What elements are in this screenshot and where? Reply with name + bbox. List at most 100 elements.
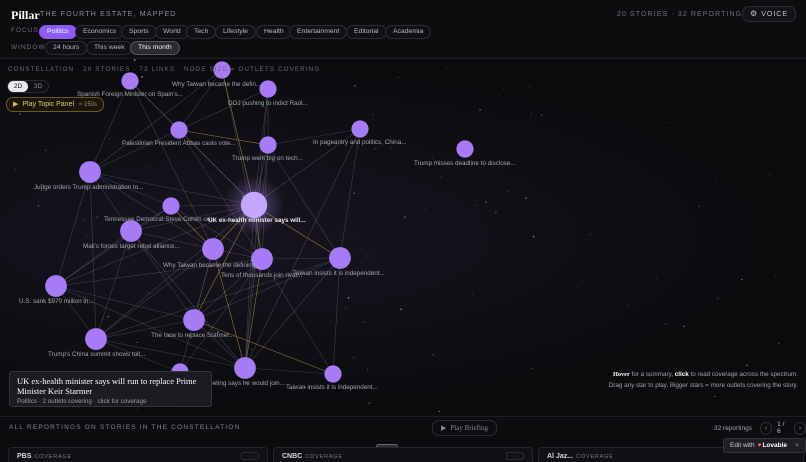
story-node[interactable] [202, 238, 224, 260]
background-star [714, 395, 716, 398]
story-node[interactable] [170, 121, 188, 139]
mode-2d-button[interactable]: 2D [8, 81, 28, 92]
focus-pill-academia[interactable]: Academia [385, 25, 432, 39]
background-star [397, 77, 399, 78]
background-star [525, 197, 527, 200]
story-label: UK ex-health minister says will... [208, 217, 306, 224]
background-star [589, 233, 591, 235]
play-icon: ▶ [13, 101, 19, 108]
edit-with-lovable-badge[interactable]: Edit with ♥Lovable × [723, 438, 806, 453]
reportings-bar: ALL REPORTINGS ON STORIES IN THE CONSTEL… [0, 416, 806, 439]
reportings-count: 32 reportings [714, 425, 752, 432]
constellation-graph[interactable]: Spanish Foreign Minister on Spain's...Wh… [0, 59, 806, 415]
story-node[interactable] [259, 136, 277, 154]
card-action-button[interactable] [506, 452, 524, 460]
story-node[interactable] [329, 247, 351, 269]
story-link [130, 230, 246, 369]
chevron-right-icon[interactable]: › [793, 421, 806, 435]
background-star [353, 356, 355, 359]
close-icon[interactable]: × [795, 442, 799, 449]
tagline: THE FOURTH ESTATE, MAPPED [40, 11, 177, 18]
story-label: U.S. sank $970 million in... [19, 298, 94, 305]
mode-3d-button[interactable]: 3D [28, 81, 48, 92]
background-star [507, 190, 509, 192]
story-node[interactable] [120, 220, 142, 242]
story-node[interactable] [351, 120, 369, 138]
background-star [384, 206, 386, 207]
chevron-left-icon[interactable]: ‹ [760, 421, 773, 435]
background-star [529, 85, 531, 87]
background-star [362, 366, 364, 368]
background-star [432, 157, 434, 159]
background-star [774, 275, 776, 277]
view-mode-toggle[interactable]: 2D 3D [7, 80, 49, 93]
background-star [251, 349, 253, 351]
story-link [261, 257, 341, 260]
outlet-card-pbs[interactable]: PBS COVERAGE [8, 447, 268, 462]
focus-pill-editorial[interactable]: Editorial [346, 25, 387, 39]
background-star [577, 286, 579, 287]
reportings-title: ALL REPORTINGS ON STORIES IN THE CONSTEL… [9, 424, 241, 431]
focus-pill-tech[interactable]: Tech [186, 25, 217, 39]
background-star [277, 283, 279, 284]
hint-text-a: for a summary, [629, 371, 675, 378]
background-star [438, 410, 440, 413]
story-link [89, 129, 180, 173]
story-node[interactable] [240, 191, 268, 219]
story-node[interactable] [324, 365, 342, 383]
background-star [531, 368, 533, 370]
story-node[interactable] [79, 161, 101, 183]
story-node[interactable] [85, 328, 107, 350]
background-star [717, 297, 719, 299]
background-star [149, 166, 151, 168]
heart-icon: ♥ [757, 442, 762, 449]
focus-pill-politics[interactable]: Politics [39, 25, 77, 39]
brand-logo[interactable]: Pillar [11, 8, 40, 23]
background-star [474, 204, 476, 206]
background-star [698, 205, 700, 207]
stats-readout: 20 STORIES · 32 REPORTINGS [616, 11, 748, 18]
story-node[interactable] [45, 275, 67, 297]
story-tooltip[interactable]: UK ex-health minister says will run to r… [9, 371, 212, 407]
story-link [178, 88, 269, 131]
story-node[interactable] [162, 197, 180, 215]
story-node[interactable] [121, 72, 139, 90]
background-star [356, 254, 358, 255]
background-star [347, 296, 350, 299]
background-star [18, 113, 21, 115]
window-pill-this-week[interactable]: This week [86, 41, 133, 55]
background-star [425, 394, 426, 396]
focus-pill-economics[interactable]: Economics [75, 25, 125, 39]
focus-pill-lifestyle[interactable]: Lifestyle [215, 25, 256, 39]
window-pill-this-month[interactable]: This month [130, 41, 180, 55]
focus-pill-world[interactable]: World [155, 25, 189, 39]
story-node[interactable] [456, 140, 474, 158]
play-topic-panel-button[interactable]: ▶ Play Topic Panel ≈ 150s [6, 97, 104, 112]
window-pill-24-hours[interactable]: 24 hours [45, 41, 88, 55]
background-star [425, 208, 427, 210]
play-briefing-label: Play Briefing [450, 424, 488, 432]
story-label: Mali's forces target rebel alliance... [83, 243, 180, 250]
hint-line-2: Drag any star to play. Bigger stars = mo… [608, 382, 798, 389]
card-action-button[interactable] [241, 452, 259, 460]
story-link [339, 128, 361, 259]
gear-icon: ⚙ [750, 9, 759, 18]
play-briefing-button[interactable]: ▶ Play Briefing [432, 420, 497, 436]
focus-pill-health[interactable]: Health [256, 25, 292, 39]
story-node[interactable] [259, 80, 277, 98]
topic-panel-label: Play Topic Panel [22, 101, 75, 108]
story-node[interactable] [183, 309, 205, 331]
focus-pill-sports[interactable]: Sports [121, 25, 157, 39]
background-star [390, 147, 392, 149]
background-star [320, 159, 321, 161]
background-star [479, 109, 481, 111]
focus-pill-entertainment[interactable]: Entertainment [289, 25, 348, 39]
outlet-card-cnbc[interactable]: CNBC COVERAGE [273, 447, 533, 462]
story-label: Palestinian President Abbas casts vote..… [122, 140, 236, 147]
voice-button[interactable]: ⚙ VOICE [742, 6, 796, 22]
background-star [14, 168, 17, 170]
background-star [665, 322, 667, 325]
background-star [366, 255, 369, 257]
constellation-canvas[interactable]: Spanish Foreign Minister on Spain's... Wh… [0, 59, 806, 415]
story-node[interactable] [234, 357, 256, 379]
